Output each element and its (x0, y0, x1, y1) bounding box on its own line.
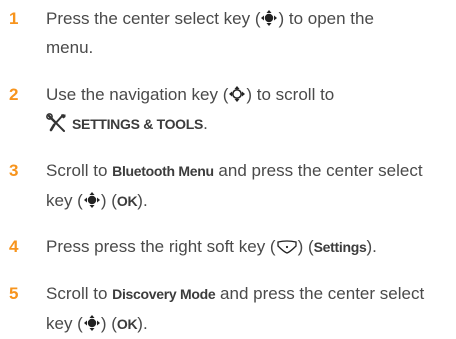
step-text: Press press the right soft key ( ) (Setti… (46, 232, 446, 262)
right-soft-key-icon (276, 240, 297, 254)
settings-tools-label: SETTINGS & TOOLS (72, 116, 204, 132)
step-text-segment: Press the center select key ( (46, 9, 261, 28)
step-text-segment: Press press the right soft key ( (46, 237, 276, 256)
step-text: Press the center select key ( ) to open t… (46, 4, 446, 62)
step-text: Scroll to Discovery Mode and press the c… (46, 279, 446, 339)
settings-label: Settings (313, 239, 367, 255)
ok-label: OK (116, 316, 138, 332)
step-text-segment: ) to scroll to (246, 85, 335, 104)
step-number: 4 (9, 237, 19, 256)
center-select-key-icon (83, 192, 100, 208)
step-text-segment: ). (366, 237, 377, 256)
step-text-segment: key ( (46, 191, 83, 210)
step-text-segment: . (203, 114, 208, 133)
ok-label: OK (116, 193, 138, 209)
step-text-segment: ) ( (297, 237, 314, 256)
step-text-segment: ) ( (100, 191, 117, 210)
bluetooth-menu-label: Bluetooth Menu (112, 163, 214, 179)
step-number: 2 (9, 85, 19, 104)
step-text-segment: and press the center select (215, 284, 425, 303)
center-select-key-icon (83, 315, 100, 331)
step-text-segment: and press the center select (213, 161, 423, 180)
step-text-segment: ). (137, 314, 148, 333)
step-text-segment: Use the navigation key ( (46, 85, 229, 104)
step-number: 1 (9, 9, 19, 28)
center-select-key-icon (261, 10, 278, 26)
discovery-mode-label: Discovery Mode (112, 286, 216, 302)
navigation-key-icon (229, 86, 246, 102)
step-number: 3 (9, 161, 19, 180)
step-text-segment: Scroll to (46, 161, 113, 180)
step-text-segment: Scroll to (46, 284, 113, 303)
step-text: Use the navigation key ( ) to scroll to S… (46, 80, 446, 139)
settings-tools-icon (46, 113, 66, 132)
step-text-segment: ). (137, 191, 148, 210)
step-text-segment: key ( (46, 314, 83, 333)
step-text-segment: ) ( (100, 314, 117, 333)
step-text: Scroll to Bluetooth Menu and press the c… (46, 156, 446, 216)
step-number: 5 (9, 284, 19, 303)
step-text-segment: ) to open the (278, 9, 374, 28)
step-text-segment: menu. (46, 38, 94, 57)
